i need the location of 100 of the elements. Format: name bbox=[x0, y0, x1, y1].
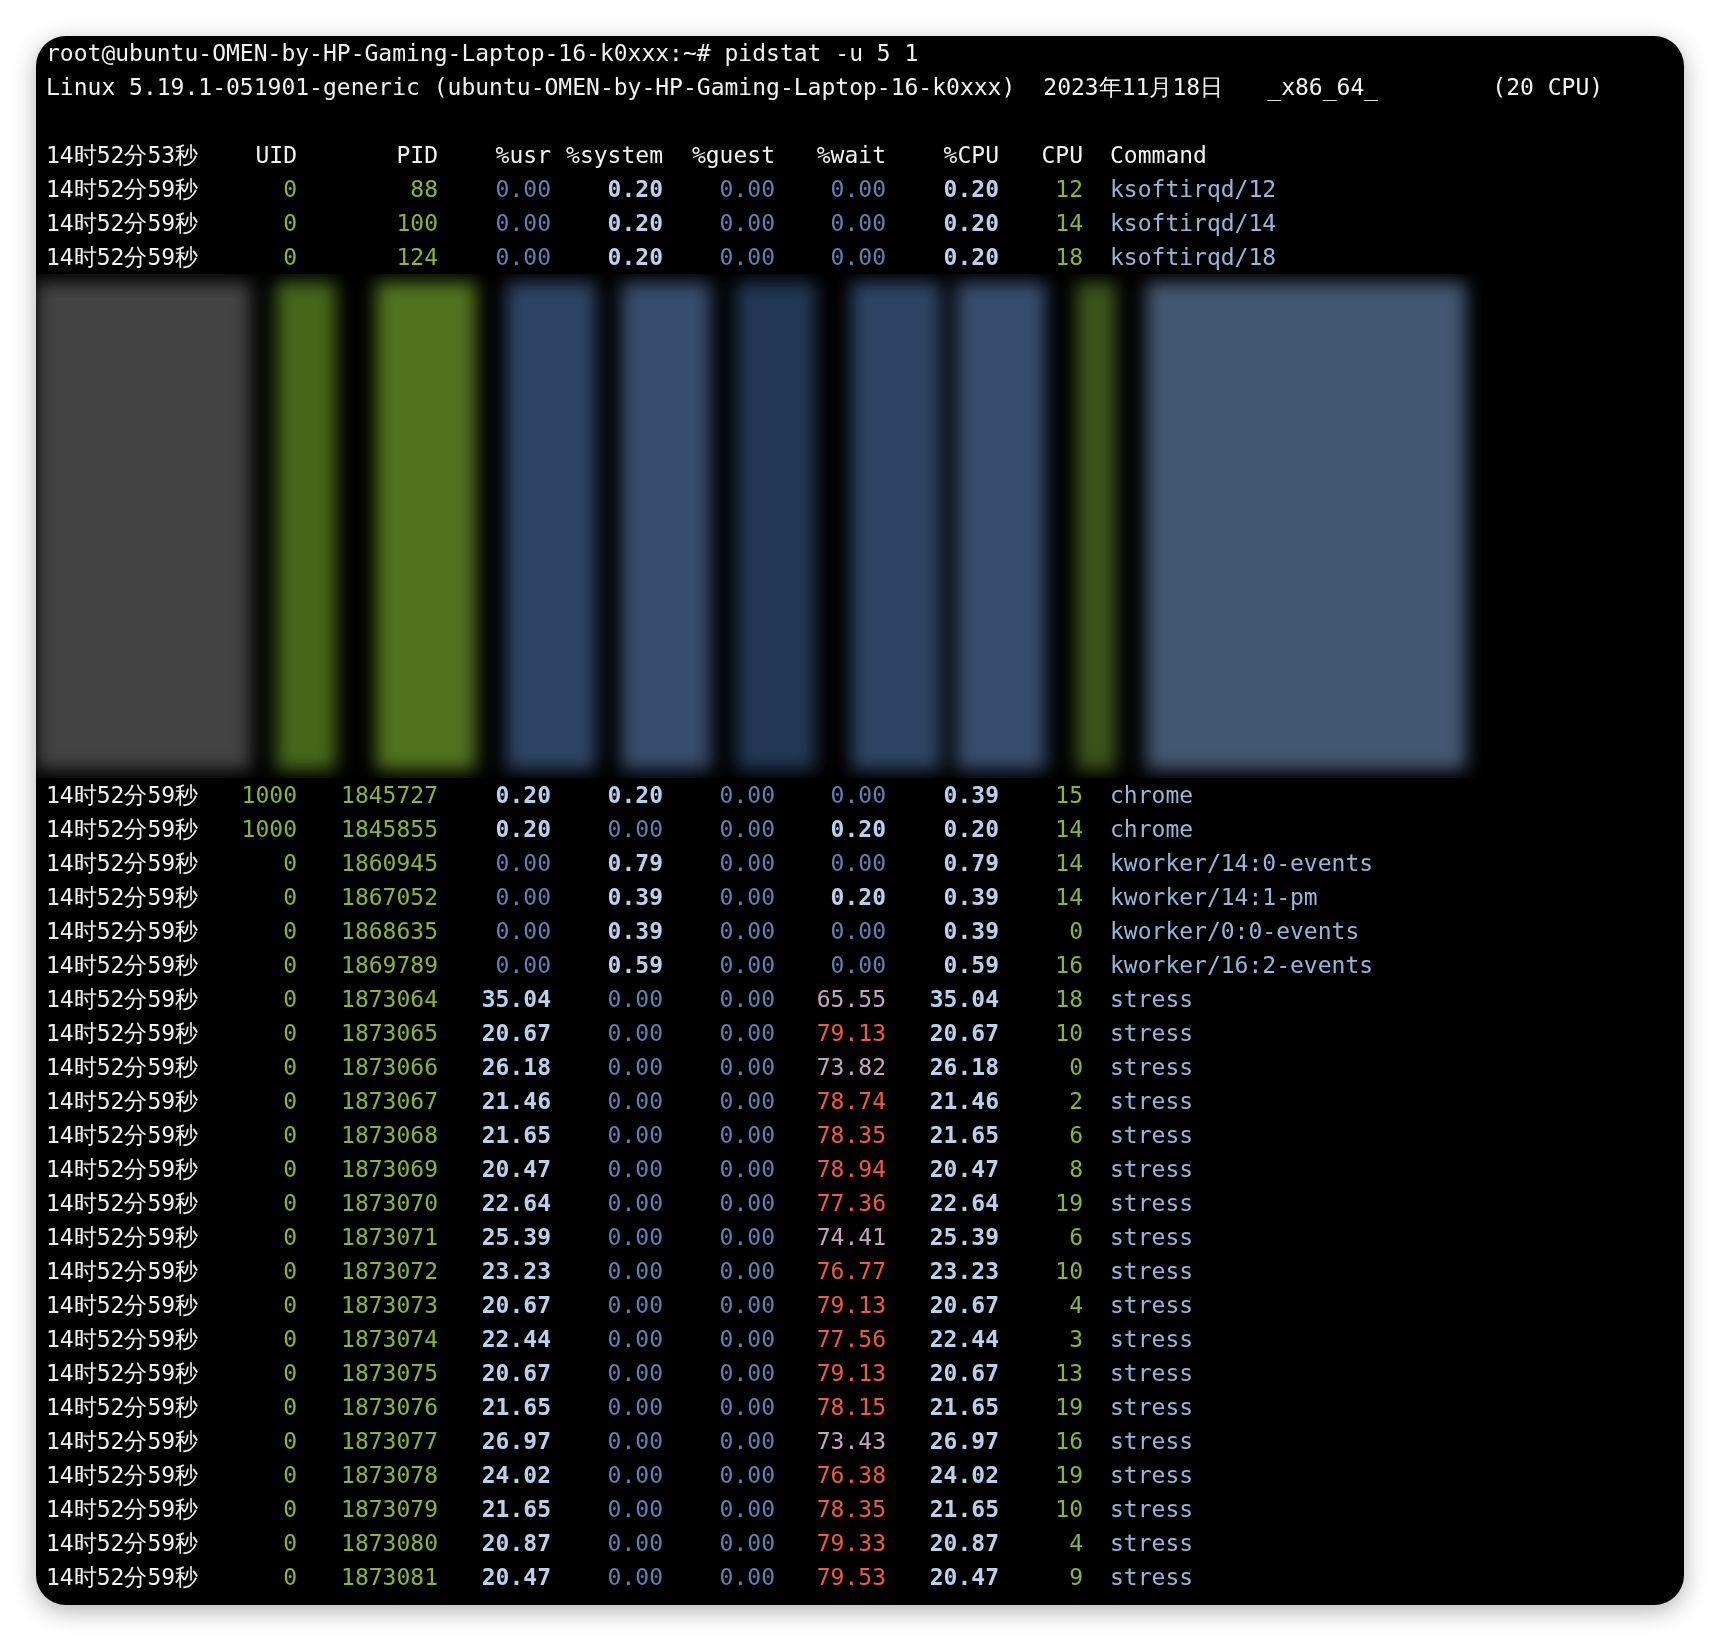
value-cell-text: 0.00 bbox=[606, 1359, 663, 1388]
uid-cell-text: 0 bbox=[282, 1495, 297, 1524]
value-cell-text: 0.00 bbox=[718, 1325, 775, 1354]
value-cell-text: 0.00 bbox=[718, 175, 775, 204]
value-cell-text: 0.00 bbox=[718, 1359, 775, 1388]
time-cell-text: 14时52分59秒 bbox=[46, 1393, 200, 1422]
command-cell-text: stress bbox=[1109, 1223, 1195, 1252]
uid-cell-text: 0 bbox=[282, 1461, 297, 1490]
uid-cell-text: 0 bbox=[282, 917, 297, 946]
cpu-cell-text: 19 bbox=[1054, 1189, 1083, 1218]
value-cell-text: 0.59 bbox=[942, 951, 999, 980]
value-cell-text: 26.97 bbox=[928, 1427, 999, 1456]
value-cell-text: 77.36 bbox=[815, 1189, 886, 1218]
pid-cell-text: 1873066 bbox=[340, 1053, 438, 1082]
uid-cell-text: 0 bbox=[282, 1257, 297, 1286]
uid-cell-text: 0 bbox=[282, 1189, 297, 1218]
value-cell-text: 0.00 bbox=[829, 209, 886, 238]
value-cell-text: 26.97 bbox=[480, 1427, 551, 1456]
value-cell-text: 25.39 bbox=[480, 1223, 551, 1252]
time-cell-text: 14时52分59秒 bbox=[46, 883, 200, 912]
value-cell-text: 23.23 bbox=[928, 1257, 999, 1286]
value-cell-text: 22.44 bbox=[480, 1325, 551, 1354]
command-cell-text: chrome bbox=[1109, 815, 1195, 844]
column-header: %system bbox=[565, 141, 663, 170]
value-cell-text: 20.87 bbox=[928, 1529, 999, 1558]
value-cell-text: 77.56 bbox=[815, 1325, 886, 1354]
time-cell-text: 14时52分59秒 bbox=[46, 1359, 200, 1388]
pid-cell-text: 1873069 bbox=[340, 1155, 438, 1184]
value-cell-text: 20.67 bbox=[480, 1291, 551, 1320]
value-cell-text: 78.35 bbox=[815, 1495, 886, 1524]
value-cell-text: 0.00 bbox=[606, 1325, 663, 1354]
value-cell-text: 0.20 bbox=[494, 815, 551, 844]
command-cell-text: kworker/14:0-events bbox=[1109, 849, 1375, 878]
value-cell-text: 21.46 bbox=[480, 1087, 551, 1116]
value-cell-text: 0.39 bbox=[606, 917, 663, 946]
uid-cell-text: 0 bbox=[282, 985, 297, 1014]
kernel-info: Linux 5.19.1-051901-generic (ubuntu-OMEN-by-HP-Gaming-Laptop-16-k0xxx) bbox=[46, 73, 1016, 102]
value-cell-text: 20.87 bbox=[480, 1529, 551, 1558]
value-cell-text: 0.39 bbox=[942, 781, 999, 810]
cpu-cell-text: 3 bbox=[1068, 1325, 1083, 1354]
value-cell-text: 0.20 bbox=[942, 243, 999, 272]
uid-cell-text: 0 bbox=[282, 1019, 297, 1048]
value-cell-text: 0.00 bbox=[829, 175, 886, 204]
pid-cell-text: 1873072 bbox=[340, 1257, 438, 1286]
command-cell-text: ksoftirqd/12 bbox=[1109, 175, 1278, 204]
cpu-cell-text: 4 bbox=[1068, 1529, 1083, 1558]
command-cell-text: kworker/16:2-events bbox=[1109, 951, 1375, 980]
value-cell-text: 0.00 bbox=[718, 1563, 775, 1592]
value-cell-text: 0.00 bbox=[494, 849, 551, 878]
cpu-cell-text: 9 bbox=[1068, 1563, 1083, 1592]
pid-cell-text: 1873065 bbox=[340, 1019, 438, 1048]
uid-cell-text: 0 bbox=[282, 1427, 297, 1456]
cpu-cell-text: 12 bbox=[1054, 175, 1083, 204]
value-cell-text: 0.00 bbox=[718, 1155, 775, 1184]
cpu-cell-text: 4 bbox=[1068, 1291, 1083, 1320]
value-cell-text: 78.35 bbox=[815, 1121, 886, 1150]
cpu-cell-text: 0 bbox=[1068, 917, 1083, 946]
column-header: %CPU bbox=[942, 141, 999, 170]
value-cell-text: 78.74 bbox=[815, 1087, 886, 1116]
value-cell-text: 79.53 bbox=[815, 1563, 886, 1592]
value-cell-text: 0.00 bbox=[606, 1495, 663, 1524]
time-cell-text: 14时52分59秒 bbox=[46, 985, 200, 1014]
command-cell-text: stress bbox=[1109, 1155, 1195, 1184]
command-cell-text: stress bbox=[1109, 1495, 1195, 1524]
cpu-cell-text: 2 bbox=[1068, 1087, 1083, 1116]
cpu-cell-text: 14 bbox=[1054, 815, 1083, 844]
time-cell-text: 14时52分59秒 bbox=[46, 951, 200, 980]
value-cell-text: 22.64 bbox=[928, 1189, 999, 1218]
uid-cell-text: 0 bbox=[282, 1121, 297, 1150]
value-cell-text: 0.20 bbox=[829, 815, 886, 844]
column-header: Command bbox=[1109, 141, 1208, 170]
pid-cell-text: 1873080 bbox=[340, 1529, 438, 1558]
uid-cell-text: 1000 bbox=[240, 815, 297, 844]
value-cell-text: 0.39 bbox=[942, 883, 999, 912]
value-cell-text: 21.65 bbox=[928, 1121, 999, 1150]
value-cell-text: 0.00 bbox=[606, 815, 663, 844]
column-header: %wait bbox=[815, 141, 886, 170]
uid-cell-text: 0 bbox=[282, 1155, 297, 1184]
value-cell-text: 0.00 bbox=[718, 1019, 775, 1048]
cpu-cell-text: 10 bbox=[1054, 1495, 1083, 1524]
value-cell-text: 0.00 bbox=[606, 1257, 663, 1286]
value-cell-text: 0.79 bbox=[942, 849, 999, 878]
command-cell-text: chrome bbox=[1109, 781, 1195, 810]
command-cell-text: stress bbox=[1109, 1359, 1195, 1388]
value-cell-text: 26.18 bbox=[928, 1053, 999, 1082]
value-cell-text: 20.67 bbox=[480, 1359, 551, 1388]
cpu-cell-text: 14 bbox=[1054, 883, 1083, 912]
value-cell-text: 0.00 bbox=[606, 1529, 663, 1558]
time-cell-text: 14时52分59秒 bbox=[46, 1461, 200, 1490]
value-cell-text: 0.00 bbox=[606, 1121, 663, 1150]
time-cell-text: 14时52分59秒 bbox=[46, 1291, 200, 1320]
value-cell-text: 0.00 bbox=[829, 781, 886, 810]
value-cell-text: 21.65 bbox=[928, 1393, 999, 1422]
value-cell-text: 21.65 bbox=[480, 1393, 551, 1422]
value-cell-text: 20.67 bbox=[928, 1019, 999, 1048]
pid-cell-text: 1845727 bbox=[340, 781, 438, 810]
command-cell-text: stress bbox=[1109, 1325, 1195, 1354]
value-cell-text: 0.00 bbox=[606, 1291, 663, 1320]
value-cell-text: 0.20 bbox=[942, 209, 999, 238]
value-cell-text: 0.00 bbox=[718, 1087, 775, 1116]
